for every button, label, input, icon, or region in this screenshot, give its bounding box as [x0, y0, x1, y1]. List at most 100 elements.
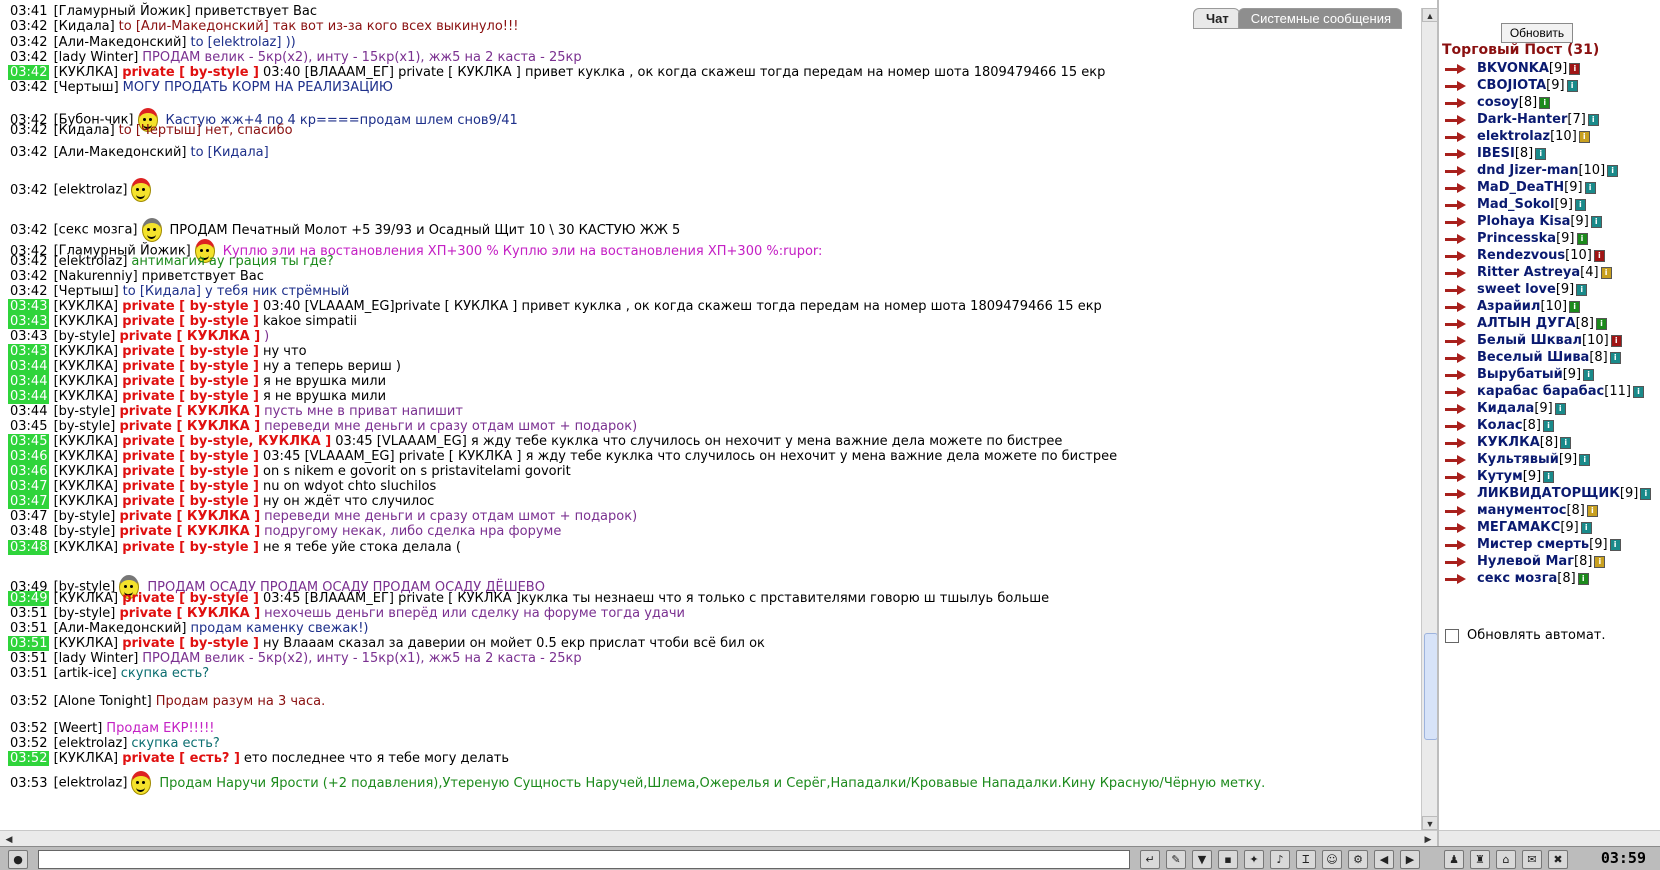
- private-tag[interactable]: private [ КУКЛКА ]: [119, 329, 260, 344]
- user-name[interactable]: ЛИКВИДАТОРЩИК: [1477, 486, 1620, 501]
- message-nick[interactable]: [by-style]: [54, 509, 116, 524]
- chat-mode-icon[interactable]: ●: [8, 850, 28, 869]
- message-time[interactable]: 03:42: [8, 50, 49, 65]
- message-nick[interactable]: [Али-Македонский]: [54, 35, 187, 50]
- user-name[interactable]: BKVONKA: [1477, 61, 1549, 76]
- user-list-item[interactable]: Нулевой Маг[8] i: [1445, 554, 1606, 571]
- message-time[interactable]: 03:42: [8, 65, 50, 80]
- user-list-item[interactable]: Колас[8] i: [1445, 418, 1554, 435]
- message-nick[interactable]: [elektrolaz]: [54, 183, 128, 198]
- message-nick[interactable]: [КУКЛКА]: [54, 751, 118, 766]
- private-message-arrow-icon[interactable]: [1445, 318, 1467, 330]
- user-list-item[interactable]: ЛИКВИДАТОРЩИК[9] i: [1445, 486, 1652, 503]
- user-list-item[interactable]: секс мозга[8] i: [1445, 571, 1589, 588]
- user-list-item[interactable]: cosoy[8] i: [1445, 95, 1551, 112]
- message-time[interactable]: 03:41: [8, 4, 49, 19]
- message-time[interactable]: 03:43: [8, 329, 49, 344]
- user-list-item[interactable]: Mad_Sokol[9] i: [1445, 197, 1586, 214]
- user-info-icon[interactable]: i: [1610, 334, 1622, 347]
- private-message-arrow-icon[interactable]: [1445, 267, 1467, 279]
- user-name[interactable]: IBESI: [1477, 146, 1515, 161]
- user-name[interactable]: КУКЛКА: [1477, 435, 1540, 450]
- private-tag[interactable]: private [ by-style ]: [122, 344, 259, 359]
- message-time[interactable]: 03:52: [8, 694, 49, 709]
- user-list-item[interactable]: sweet love[9] i: [1445, 282, 1588, 299]
- message-nick[interactable]: [КУКЛКА]: [54, 636, 118, 651]
- private-message-arrow-icon[interactable]: [1445, 114, 1467, 126]
- message-nick[interactable]: [by-style]: [54, 329, 116, 344]
- message-time[interactable]: 03:42: [8, 19, 49, 34]
- message-time[interactable]: 03:51: [8, 636, 50, 651]
- user-list-item[interactable]: MaD_DeaTH[9] i: [1445, 180, 1596, 197]
- user-list-item[interactable]: elektrolaz[10] i: [1445, 129, 1590, 146]
- user-name[interactable]: cosoy: [1477, 95, 1519, 110]
- private-message-arrow-icon[interactable]: [1445, 420, 1467, 432]
- user-name[interactable]: секс мозга: [1477, 571, 1557, 586]
- private-message-arrow-icon[interactable]: [1445, 556, 1467, 568]
- user-name[interactable]: Белый Шквал: [1477, 333, 1582, 348]
- private-message-arrow-icon[interactable]: [1445, 182, 1467, 194]
- message-nick[interactable]: [КУКЛКА]: [54, 359, 118, 374]
- user-info-icon[interactable]: i: [1579, 453, 1591, 466]
- user-list-item[interactable]: Азрайил[10] i: [1445, 299, 1581, 316]
- message-time[interactable]: 03:42: [8, 35, 49, 50]
- user-name[interactable]: Вырубатый: [1477, 367, 1563, 382]
- clear-icon[interactable]: ✎: [1166, 850, 1186, 869]
- chat-horizontal-scrollbar[interactable]: ◀ ▶: [0, 830, 1437, 847]
- private-message-arrow-icon[interactable]: [1445, 403, 1467, 415]
- message-time[interactable]: 03:44: [8, 389, 50, 404]
- send-icon[interactable]: ↵: [1140, 850, 1160, 869]
- user-list-item[interactable]: Princesska[9] i: [1445, 231, 1588, 248]
- user-list-item[interactable]: Культявый[9] i: [1445, 452, 1591, 469]
- message-nick[interactable]: [Кидала]: [54, 123, 115, 138]
- message-nick[interactable]: [КУКЛКА]: [54, 299, 118, 314]
- user-name[interactable]: Мистер смерть: [1477, 537, 1589, 552]
- user-info-icon[interactable]: i: [1566, 79, 1578, 92]
- message-time[interactable]: 03:42: [8, 284, 49, 299]
- message-time[interactable]: 03:51: [8, 621, 49, 636]
- message-nick[interactable]: [artik-ice]: [54, 666, 117, 681]
- scrollbar-thumb[interactable]: [1424, 633, 1438, 740]
- private-message-arrow-icon[interactable]: [1445, 63, 1467, 75]
- message-nick[interactable]: [КУКЛКА]: [54, 374, 118, 389]
- auto-refresh-toggle[interactable]: Обновлять автомат.: [1445, 628, 1606, 643]
- message-nick[interactable]: [КУКЛКА]: [54, 434, 118, 449]
- user-info-icon[interactable]: i: [1560, 436, 1572, 449]
- user-list-item[interactable]: Ritter Astreya[4] i: [1445, 265, 1612, 282]
- message-time[interactable]: 03:44: [8, 404, 49, 419]
- message-time[interactable]: 03:42: [8, 254, 49, 269]
- user-info-icon[interactable]: i: [1577, 572, 1589, 585]
- user-info-icon[interactable]: i: [1594, 555, 1606, 568]
- message-time[interactable]: 03:44: [8, 374, 50, 389]
- private-message-arrow-icon[interactable]: [1445, 97, 1467, 109]
- auto-refresh-checkbox[interactable]: [1445, 628, 1459, 643]
- user-name[interactable]: АЛТЫН ДУГА: [1477, 316, 1576, 331]
- user-name[interactable]: МЕГАМАКС: [1477, 520, 1560, 535]
- mail-icon[interactable]: ✉: [1522, 850, 1542, 869]
- user-info-icon[interactable]: i: [1607, 164, 1619, 177]
- message-nick[interactable]: [lady Winter]: [54, 50, 139, 65]
- scroll-up-arrow-icon[interactable]: ▲: [1422, 8, 1438, 22]
- user-info-icon[interactable]: i: [1590, 215, 1602, 228]
- user-name[interactable]: карабас барабас: [1477, 384, 1604, 399]
- private-tag[interactable]: private [ by-style ]: [122, 359, 259, 374]
- message-time[interactable]: 03:52: [8, 721, 49, 736]
- private-message-arrow-icon[interactable]: [1445, 352, 1467, 364]
- user-name[interactable]: Rendezvous: [1477, 248, 1565, 263]
- settings-icon[interactable]: ⚙: [1348, 850, 1368, 869]
- message-nick[interactable]: [Чертыш]: [54, 284, 119, 299]
- message-time[interactable]: 03:46: [8, 464, 50, 479]
- private-message-arrow-icon[interactable]: [1445, 471, 1467, 483]
- message-nick[interactable]: [elektrolaz]: [54, 254, 128, 269]
- private-tag[interactable]: private [ by-style ]: [122, 299, 259, 314]
- private-message-arrow-icon[interactable]: [1445, 199, 1467, 211]
- private-message-arrow-icon[interactable]: [1445, 539, 1467, 551]
- message-nick[interactable]: [КУКЛКА]: [54, 464, 118, 479]
- user-info-icon[interactable]: i: [1554, 402, 1566, 415]
- user-info-icon[interactable]: i: [1569, 300, 1581, 313]
- message-time[interactable]: 03:47: [8, 509, 49, 524]
- message-time[interactable]: 03:53: [8, 776, 49, 791]
- tab-system-messages[interactable]: Системные сообщения: [1237, 8, 1402, 29]
- message-time[interactable]: 03:46: [8, 449, 50, 464]
- user-info-icon[interactable]: i: [1569, 62, 1581, 75]
